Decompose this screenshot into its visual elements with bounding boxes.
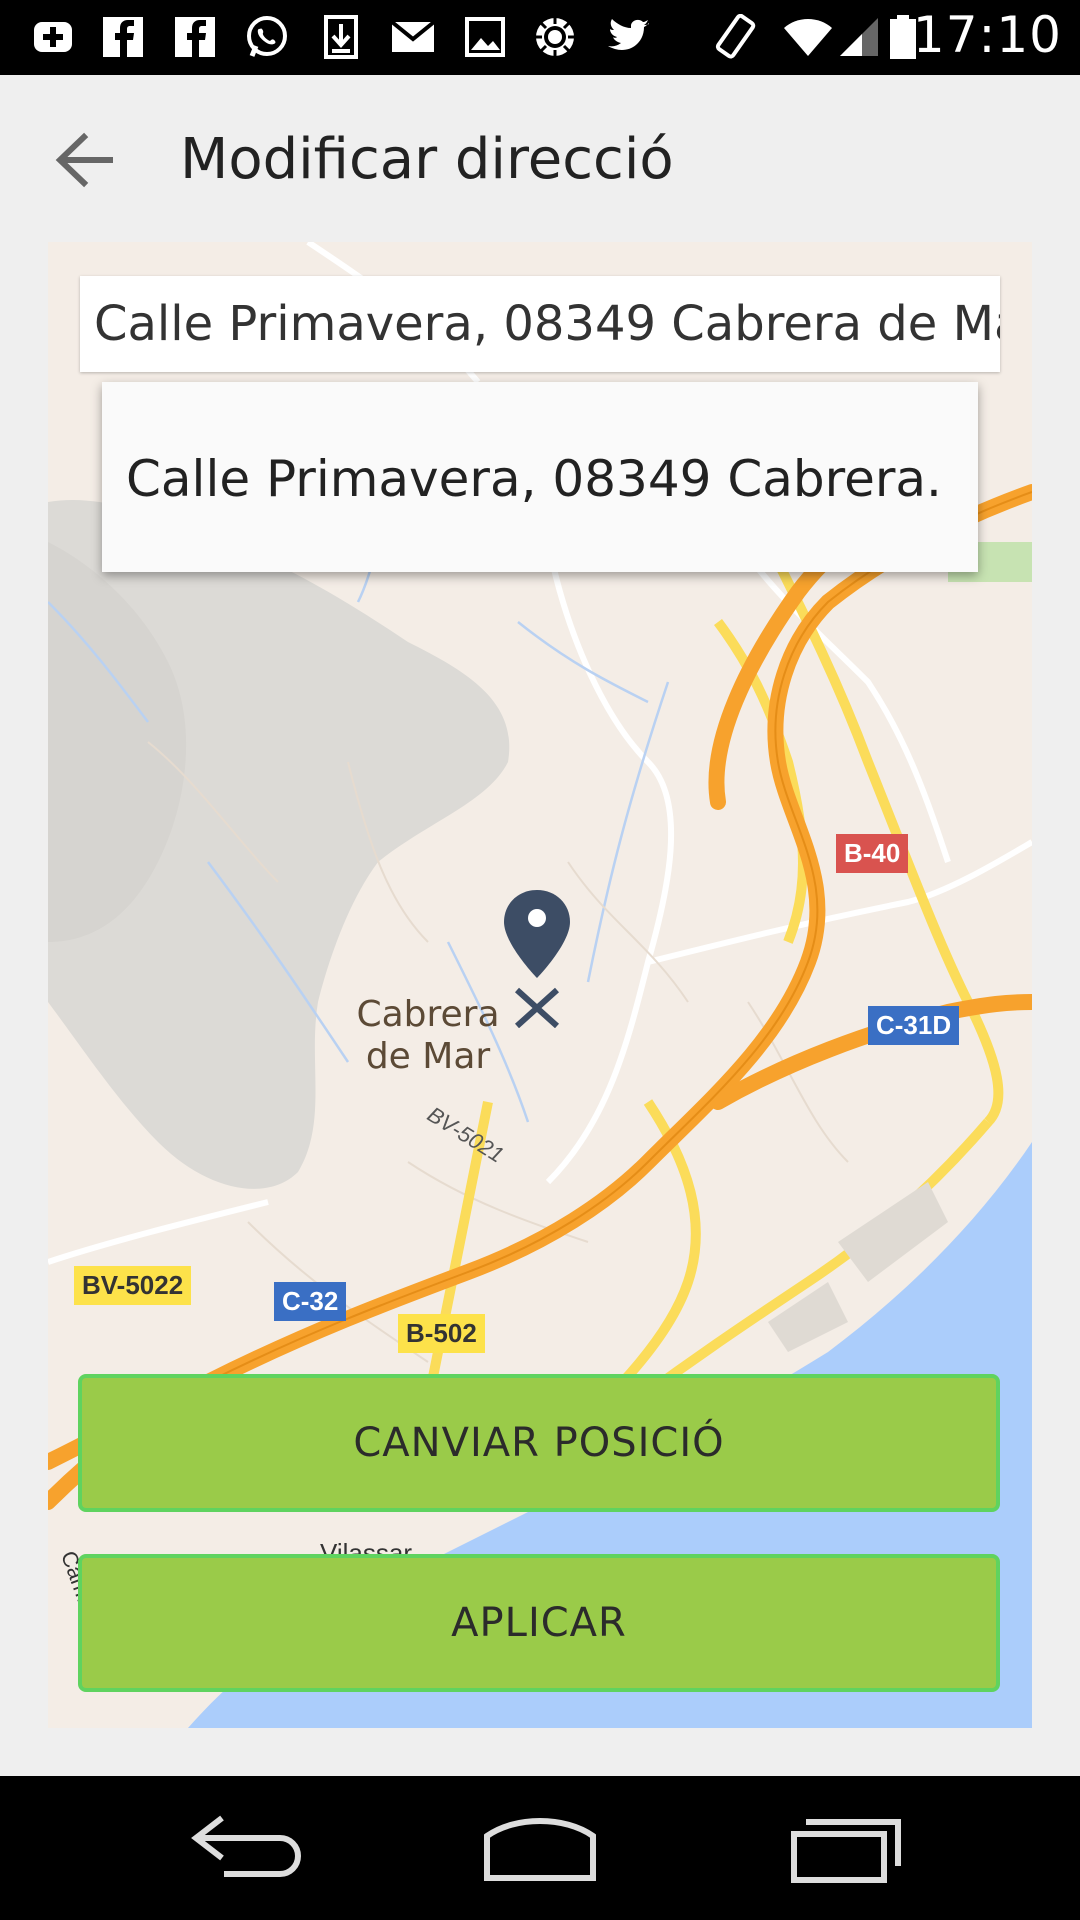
app-bar: Modificar direcció [0, 75, 1080, 245]
map-view[interactable]: BV-5022 C-32 B-502 B-40 C-31D Cabrera de… [48, 242, 1032, 1728]
apply-button[interactable]: APLICAR [78, 1554, 1000, 1692]
image-icon [465, 17, 505, 57]
settings-ring-icon [534, 16, 576, 58]
signal-icon [840, 18, 878, 56]
download-icon [324, 15, 358, 59]
mail-icon [390, 20, 436, 52]
status-time: 17:10 [912, 6, 1062, 64]
nav-recents-icon[interactable] [780, 1808, 910, 1888]
address-search-input[interactable]: Calle Primavera, 08349 Cabrera de Ma [80, 276, 1000, 372]
facebook-icon [175, 17, 215, 57]
facebook-icon [103, 17, 143, 57]
road-label-b502: B-502 [398, 1314, 485, 1353]
nav-back-icon[interactable] [180, 1808, 310, 1888]
navigation-bar [0, 1776, 1080, 1920]
autocomplete-suggestion[interactable]: Calle Primavera, 08349 Cabrera. [126, 450, 942, 508]
autocomplete-dropdown: Calle Primavera, 08349 Cabrera. [102, 382, 978, 572]
nav-home-icon[interactable] [475, 1808, 605, 1888]
road-label-b40: B-40 [836, 834, 909, 873]
twitter-icon [608, 19, 649, 50]
whatsapp-icon [247, 16, 287, 57]
wifi-icon [784, 19, 832, 56]
add-notification-icon [34, 22, 72, 52]
status-bar: 17:10 [0, 0, 1080, 75]
page-title: Modificar direcció [180, 127, 674, 192]
road-label-c31d: C-31D [868, 1006, 960, 1045]
town-label-line2: de Mar [365, 1036, 491, 1077]
screen-rotation-icon [715, 14, 756, 59]
location-pin-icon[interactable] [502, 888, 572, 1028]
change-position-button[interactable]: CANVIAR POSICIÓ [78, 1374, 1000, 1512]
arrow-back-icon[interactable] [40, 115, 130, 205]
road-label-bv5022: BV-5022 [74, 1266, 192, 1305]
road-label-c32: C-32 [274, 1282, 347, 1321]
